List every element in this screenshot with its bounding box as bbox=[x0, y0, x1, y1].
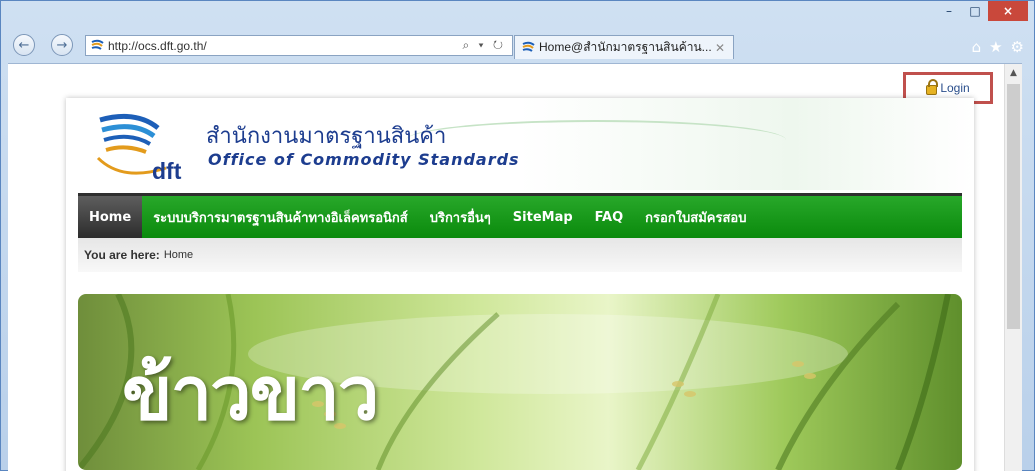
vertical-scrollbar[interactable]: ▲ bbox=[1004, 64, 1022, 471]
back-arrow-icon: ← bbox=[18, 37, 30, 53]
home-icon[interactable]: ⌂ bbox=[972, 38, 982, 56]
forward-arrow-icon: → bbox=[56, 37, 68, 53]
navigation-bar: ← → http://ocs.dft.go.th/ ⌕ ▾ ↻ Home@สำน… bbox=[7, 29, 1028, 59]
menu-item-faq[interactable]: FAQ bbox=[584, 196, 635, 238]
forward-button[interactable]: → bbox=[51, 34, 73, 56]
tab-favicon-icon bbox=[522, 41, 535, 52]
browser-window: – □ × ← → http://ocs.dft.go.th/ ⌕ ▾ ↻ Ho… bbox=[0, 0, 1035, 471]
tab-close-icon[interactable]: ✕ bbox=[715, 41, 725, 55]
login-label: Login bbox=[940, 81, 970, 95]
gear-icon[interactable]: ⚙ bbox=[1011, 38, 1024, 56]
site-title-thai: สำนักงานมาตรฐานสินค้า bbox=[206, 124, 447, 149]
logo-text: dft bbox=[152, 158, 182, 184]
page-viewport: ▲ Login dft สำนักงานมาตรฐานสินค้า Office… bbox=[8, 63, 1022, 471]
star-icon[interactable]: ★ bbox=[989, 38, 1002, 56]
minimize-button[interactable]: – bbox=[936, 1, 962, 21]
scroll-up-icon[interactable]: ▲ bbox=[1005, 64, 1022, 82]
browser-tab-home[interactable]: Home@สำนักมาตรฐานสินค้าน... ✕ bbox=[514, 35, 734, 59]
maximize-button[interactable]: □ bbox=[962, 1, 988, 21]
menu-item-home[interactable]: Home bbox=[78, 196, 143, 238]
breadcrumb-current: Home bbox=[163, 249, 194, 261]
site-page: dft สำนักงานมาตรฐานสินค้า Office of Comm… bbox=[66, 98, 974, 471]
menu-item-exam-application[interactable]: กรอกใบสมัครสอบ bbox=[634, 196, 757, 238]
search-refresh-icon[interactable]: ⌕ ▾ ↻ bbox=[462, 38, 506, 53]
menu-item-e-services[interactable]: ระบบบริการมาตรฐานสินค้าทางอิเล็คทรอนิกส์ bbox=[142, 196, 419, 238]
main-menu: Home ระบบบริการมาตรฐานสินค้าทางอิเล็คทรอ… bbox=[78, 193, 962, 238]
address-bar[interactable]: http://ocs.dft.go.th/ ⌕ ▾ ↻ bbox=[85, 35, 513, 56]
menu-item-sitemap[interactable]: SiteMap bbox=[502, 196, 584, 238]
scrollbar-thumb[interactable] bbox=[1007, 84, 1020, 329]
banner-title: ข้าวขาว bbox=[122, 351, 379, 437]
browser-toolbar-icons: ⌂ ★ ⚙ bbox=[972, 38, 1024, 56]
close-button[interactable]: × bbox=[988, 1, 1028, 21]
site-header: dft สำนักงานมาตรฐานสินค้า Office of Comm… bbox=[66, 98, 974, 190]
back-button[interactable]: ← bbox=[13, 34, 35, 56]
lock-icon bbox=[926, 79, 939, 95]
tab-title: Home@สำนักมาตรฐานสินค้าน... bbox=[539, 40, 712, 54]
menu-item-other-services[interactable]: บริการอื่นๆ bbox=[419, 196, 502, 238]
address-text: http://ocs.dft.go.th/ bbox=[108, 38, 207, 53]
window-controls: – □ × bbox=[936, 1, 1028, 21]
breadcrumb: You are here: Home bbox=[78, 238, 962, 272]
hero-banner: ข้าวขาว bbox=[78, 294, 962, 470]
site-title-english: Office of Commodity Standards bbox=[208, 150, 520, 169]
site-favicon-icon bbox=[91, 39, 104, 50]
breadcrumb-prefix: You are here: bbox=[84, 248, 160, 262]
